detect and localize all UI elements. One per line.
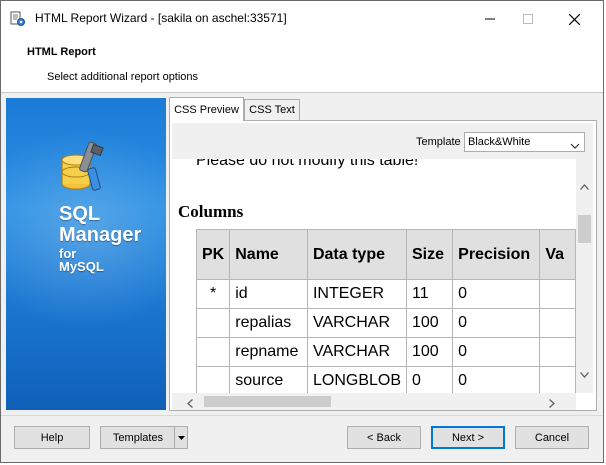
page-subtitle: Select additional report options — [47, 71, 199, 83]
table-cell — [195, 308, 231, 338]
chevron-down-icon — [570, 138, 580, 156]
scroll-down-icon[interactable] — [580, 367, 589, 381]
report-wizard-icon — [10, 11, 26, 27]
template-row: Template Black&White — [172, 123, 593, 159]
vertical-scroll-thumb[interactable] — [578, 215, 591, 243]
wizard-header: HTML Report Select additional report opt… — [1, 35, 603, 93]
next-button-label: Next > — [451, 431, 485, 444]
back-button[interactable]: < Back — [347, 426, 421, 449]
table-cell: 0 — [452, 337, 541, 367]
next-button[interactable]: Next > — [431, 426, 505, 449]
scroll-up-icon[interactable] — [580, 179, 589, 193]
table-cell: 100 — [405, 308, 454, 338]
column-header: Size — [405, 229, 454, 280]
preview-heading: Columns — [178, 202, 244, 221]
table-cell: VARCHAR — [306, 308, 408, 338]
table-cell — [539, 337, 576, 367]
column-header: Precision — [452, 229, 541, 280]
table-cell: id — [229, 279, 308, 309]
column-header: Data type — [306, 229, 408, 280]
tab-css-preview[interactable]: CSS Preview — [169, 97, 244, 121]
sql-manager-logo-icon — [60, 140, 104, 199]
table-cell: source — [229, 366, 308, 393]
wizard-window: HTML Report Wizard - [sakila on aschel:3… — [0, 0, 604, 463]
table-cell: 0 — [405, 366, 454, 393]
columns-table: PK Name Data type Size Precision Va * id… — [195, 229, 576, 393]
table-cell: 100 — [405, 337, 454, 367]
template-selected-value: Black&White — [468, 136, 531, 148]
table-cell: repname — [229, 337, 308, 367]
table-row: source LONGBLOB 0 0 — [195, 366, 576, 393]
tab-css-text[interactable]: CSS Text — [244, 99, 300, 120]
table-cell — [195, 337, 231, 367]
back-button-label: < Back — [367, 431, 401, 444]
title-bar: HTML Report Wizard - [sakila on aschel:3… — [1, 1, 603, 35]
table-cell: 11 — [405, 279, 454, 309]
window-title: HTML Report Wizard - [sakila on aschel:3… — [35, 11, 287, 25]
horizontal-scroll-thumb[interactable] — [204, 396, 331, 407]
preview-note: Please do not modify this table! — [196, 159, 419, 169]
templates-button-label: Templates — [112, 431, 164, 444]
help-button[interactable]: Help — [14, 426, 90, 449]
table-cell: INTEGER — [306, 279, 408, 309]
template-label: Template — [416, 136, 461, 148]
table-cell — [539, 279, 576, 309]
dropdown-arrow-icon — [177, 432, 185, 444]
table-cell — [195, 366, 231, 393]
help-button-label: Help — [40, 431, 64, 444]
product-banner: SQL Manager for MySQL — [6, 98, 166, 410]
close-icon — [568, 13, 580, 25]
templates-dropdown-button[interactable] — [174, 426, 188, 449]
column-header: Name — [229, 229, 308, 280]
footer-divider — [1, 415, 603, 416]
template-select[interactable]: Black&White — [464, 132, 585, 152]
cancel-button-label: Cancel — [534, 431, 570, 444]
cancel-button[interactable]: Cancel — [515, 426, 589, 449]
table-cell — [539, 366, 576, 393]
table-cell: repalias — [229, 308, 308, 338]
css-preview-area[interactable]: Please do not modify this table! Columns… — [172, 159, 576, 393]
minimize-icon — [485, 14, 495, 24]
horizontal-scrollbar[interactable] — [172, 393, 576, 410]
table-row: repalias VARCHAR 100 0 — [195, 308, 576, 338]
table-cell: LONGBLOB — [306, 366, 408, 393]
table-header-row: PK Name Data type Size Precision Va — [195, 229, 576, 280]
table-cell: 0 — [452, 308, 541, 338]
close-button[interactable] — [551, 5, 597, 33]
table-cell: 0 — [452, 279, 541, 309]
table-row: * id INTEGER 11 0 — [195, 279, 576, 309]
table-cell: VARCHAR — [306, 337, 408, 367]
column-header: Va — [539, 229, 576, 280]
table-row: repname VARCHAR 100 0 — [195, 337, 576, 367]
scroll-left-icon[interactable] — [187, 397, 193, 411]
banner-product-name: SQL Manager for MySQL — [59, 203, 142, 274]
templates-button[interactable]: Templates — [100, 426, 176, 449]
maximize-icon — [523, 14, 533, 24]
vertical-scrollbar[interactable] — [576, 159, 593, 393]
maximize-button[interactable] — [505, 5, 551, 33]
page-title: HTML Report — [27, 46, 96, 58]
table-cell — [539, 308, 576, 338]
table-cell: * — [195, 279, 231, 309]
table-cell: 0 — [452, 366, 541, 393]
column-header: PK — [195, 229, 231, 280]
scroll-right-icon[interactable] — [549, 397, 555, 411]
